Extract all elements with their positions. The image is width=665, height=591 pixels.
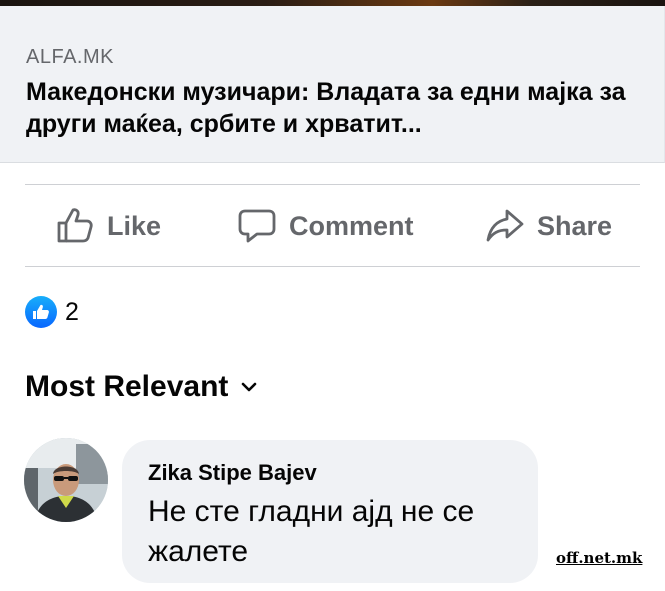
reaction-summary[interactable]: 2 (25, 296, 79, 328)
sort-label: Most Relevant (25, 370, 229, 403)
divider (25, 184, 640, 185)
like-label: Like (107, 210, 162, 241)
comment-label: Comment (289, 210, 414, 241)
link-preview-card[interactable]: ALFA.MK Македонски музичари: Владата за … (0, 6, 665, 163)
post-action-bar: Like Comment Share (25, 186, 640, 266)
avatar[interactable] (24, 438, 108, 522)
comment-icon (238, 209, 276, 243)
comment-button[interactable]: Comment (237, 186, 414, 266)
comment-author[interactable]: Zika Stipe Bajev (148, 460, 317, 486)
comment-text: Не сте гладни ајд не се жалете (148, 495, 475, 568)
share-icon (486, 209, 524, 242)
share-label: Share (537, 210, 613, 241)
thumbs-up-icon (57, 208, 93, 243)
comment-sort-dropdown[interactable]: Most Relevant (25, 370, 258, 404)
share-button[interactable]: Share (485, 186, 612, 266)
reaction-count: 2 (65, 297, 79, 326)
link-domain: ALFA.MK (26, 46, 114, 68)
chevron-down-icon (242, 382, 257, 392)
watermark: off.net.mk (556, 549, 643, 567)
comment-bubble: Zika Stipe Bajev Не сте гладни ајд не се… (122, 440, 538, 583)
divider (25, 266, 640, 267)
like-button[interactable]: Like (55, 186, 161, 266)
thumbs-up-icon (25, 296, 57, 328)
link-title[interactable]: Македонски музичари: Владата за едни мај… (26, 76, 641, 140)
